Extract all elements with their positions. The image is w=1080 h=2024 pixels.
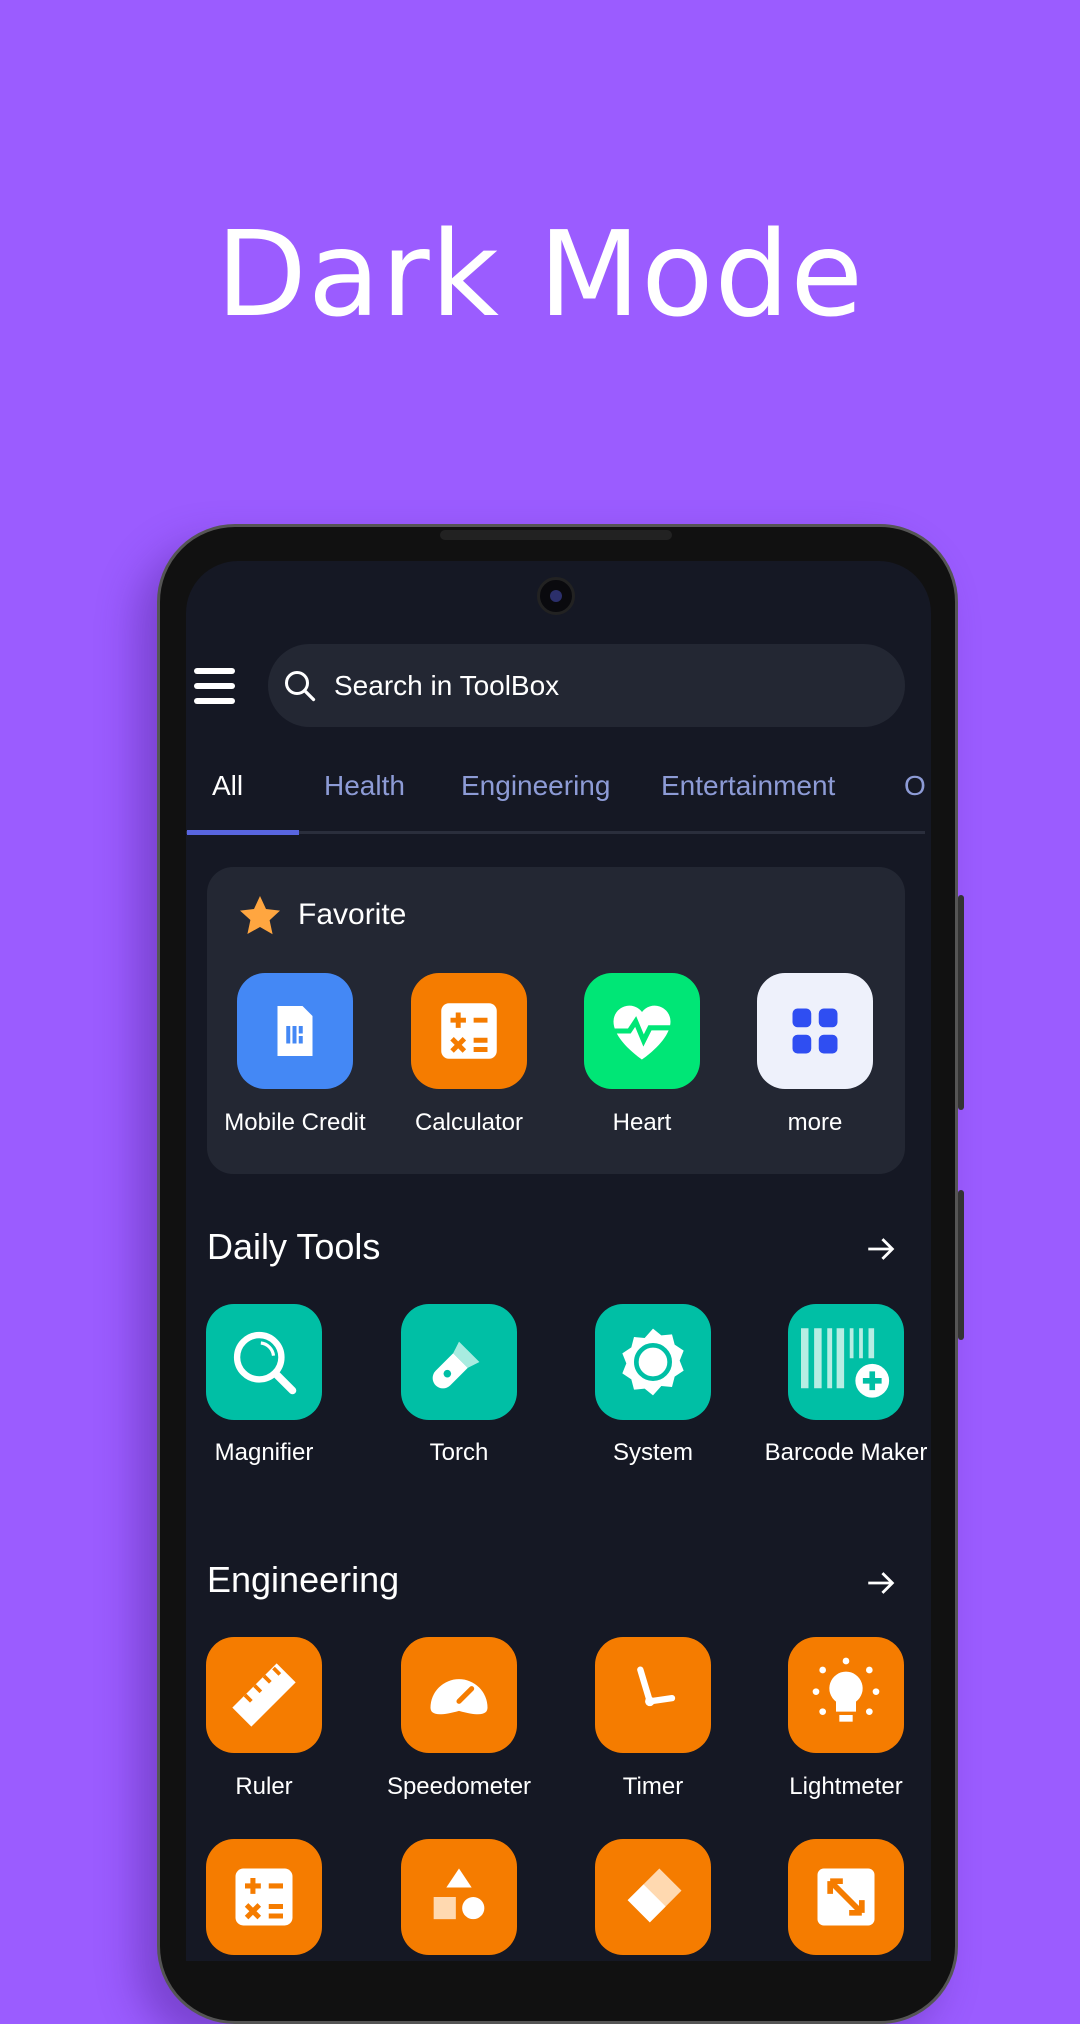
tool-system[interactable] bbox=[595, 1304, 711, 1420]
torch-icon bbox=[401, 1304, 517, 1420]
favorite-calculator[interactable] bbox=[411, 973, 527, 1089]
star-icon bbox=[240, 896, 280, 935]
tab-entertainment[interactable]: Entertainment bbox=[661, 770, 835, 802]
search-input[interactable]: Search in ToolBox bbox=[268, 644, 905, 727]
tab-other[interactable]: O bbox=[904, 770, 931, 802]
calculator-icon bbox=[206, 1839, 322, 1955]
menu-icon[interactable] bbox=[194, 668, 235, 704]
barcode-plus-icon bbox=[788, 1304, 904, 1420]
tool-label: Timer bbox=[622, 1773, 684, 1800]
favorite-heart[interactable] bbox=[584, 973, 700, 1089]
favorite-title: Favorite bbox=[298, 898, 407, 931]
favorite-label: Heart bbox=[612, 1109, 672, 1136]
arrow-right-icon[interactable] bbox=[862, 1232, 900, 1266]
power-button bbox=[958, 1190, 964, 1340]
headline: Dark Mode bbox=[215, 205, 865, 343]
volume-button bbox=[958, 895, 964, 1110]
tool-calculator-2[interactable] bbox=[206, 1839, 322, 1955]
tab-all[interactable]: All bbox=[212, 770, 243, 802]
resize-icon bbox=[788, 1839, 904, 1955]
shapes-icon bbox=[401, 1839, 517, 1955]
tool-label: System bbox=[612, 1439, 693, 1466]
search-placeholder: Search in ToolBox bbox=[334, 669, 560, 701]
favorite-label: Calculator bbox=[414, 1109, 524, 1136]
tool-label: Ruler bbox=[235, 1773, 293, 1800]
tool-torch[interactable] bbox=[401, 1304, 517, 1420]
arrow-right-icon[interactable] bbox=[862, 1566, 900, 1600]
tool-magnifier[interactable] bbox=[206, 1304, 322, 1420]
calculator-icon bbox=[411, 973, 527, 1089]
favorite-more[interactable] bbox=[757, 973, 873, 1089]
tool-speedometer[interactable] bbox=[401, 1637, 517, 1753]
tab-engineering[interactable]: Engineering bbox=[461, 770, 610, 802]
daily-tools-title: Daily Tools bbox=[207, 1226, 381, 1267]
tool-eraser[interactable] bbox=[595, 1839, 711, 1955]
eraser-icon bbox=[595, 1839, 711, 1955]
tool-label: Magnifier bbox=[214, 1439, 314, 1466]
front-camera bbox=[537, 577, 575, 615]
tool-timer[interactable] bbox=[595, 1637, 711, 1753]
tool-shapes[interactable] bbox=[401, 1839, 517, 1955]
heart-pulse-icon bbox=[584, 973, 700, 1089]
tool-label: Barcode Maker bbox=[764, 1439, 928, 1466]
sim-card-icon bbox=[237, 973, 353, 1089]
magnifier-icon bbox=[206, 1304, 322, 1420]
tab-health[interactable]: Health bbox=[324, 770, 405, 802]
phone-speaker bbox=[440, 530, 672, 540]
search-icon bbox=[285, 670, 316, 701]
system-gear-icon bbox=[595, 1304, 711, 1420]
favorite-mobile-credit[interactable] bbox=[237, 973, 353, 1089]
tool-label: Lightmeter bbox=[789, 1773, 903, 1800]
favorite-label: more bbox=[787, 1109, 843, 1136]
tool-lightmeter[interactable] bbox=[788, 1637, 904, 1753]
engineering-title: Engineering bbox=[207, 1559, 400, 1600]
tool-label: Speedometer bbox=[386, 1773, 532, 1800]
tool-ruler[interactable] bbox=[206, 1637, 322, 1753]
lightbulb-icon bbox=[788, 1637, 904, 1753]
tool-barcode-maker[interactable] bbox=[788, 1304, 904, 1420]
favorite-label: Mobile Credit bbox=[224, 1109, 366, 1136]
tool-label: Torch bbox=[429, 1439, 489, 1466]
clock-icon bbox=[595, 1637, 711, 1753]
grid-icon bbox=[757, 973, 873, 1089]
speedometer-icon bbox=[401, 1637, 517, 1753]
ruler-icon bbox=[206, 1637, 322, 1753]
tab-indicator bbox=[187, 830, 299, 835]
tool-resize[interactable] bbox=[788, 1839, 904, 1955]
